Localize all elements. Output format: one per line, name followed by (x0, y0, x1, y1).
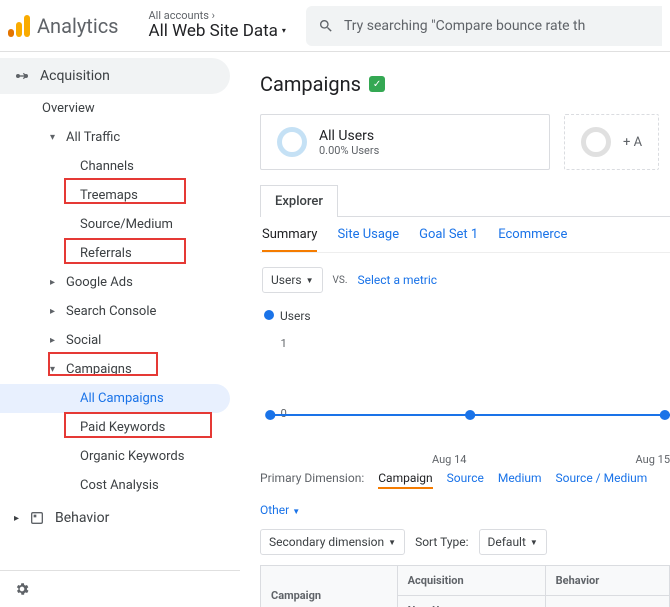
vs-label: VS. (333, 275, 348, 286)
caret-right-icon: ▸ (14, 513, 19, 524)
analytics-logo: Analytics (8, 14, 119, 38)
account-picker[interactable]: All accounts › All Web Site Data ▾ (149, 10, 286, 41)
nav-cost-analysis[interactable]: Cost Analysis (0, 471, 240, 500)
main-content: Campaigns ✓ All Users 0.00% Users + A Ex… (240, 52, 670, 607)
pd-source-medium[interactable]: Source / Medium (556, 471, 648, 489)
data-table: Campaign Acquisition Behavior New Users (260, 565, 670, 607)
nav-organic-keywords[interactable]: Organic Keywords (0, 442, 240, 471)
segment-sub: 0.00% Users (319, 144, 379, 157)
svg-text:0: 0 (281, 407, 287, 420)
table-header-row: Campaign Acquisition Behavior (261, 566, 670, 596)
chart-area: Users 1 0 . Aug 14 Aug 15 (260, 307, 670, 467)
search-box[interactable]: Try searching "Compare bounce rate th (306, 6, 662, 46)
caret-down-icon: ▼ (306, 276, 314, 285)
nav-search-console[interactable]: ▸Search Console (0, 297, 240, 326)
analytics-logo-icon (8, 15, 30, 37)
primary-dimension-row: Primary Dimension: Campaign Source Mediu… (260, 467, 670, 521)
caret-down-icon: ▾ (50, 364, 55, 375)
select-metric-link[interactable]: Select a metric (357, 273, 437, 287)
sidebar: Acquisition Overview ▾All Traffic Channe… (0, 52, 240, 607)
search-icon (318, 18, 334, 34)
caret-right-icon: ▸ (50, 277, 55, 288)
nav-paid-keywords[interactable]: Paid Keywords (0, 413, 240, 442)
caret-right-icon: ▸ (50, 335, 55, 346)
pd-medium[interactable]: Medium (498, 471, 542, 489)
app-header: Analytics All accounts › All Web Site Da… (0, 0, 670, 52)
segment-ring-icon (277, 127, 307, 157)
tab-explorer[interactable]: Explorer (260, 185, 338, 217)
nav-referrals[interactable]: Referrals (0, 239, 240, 268)
crumb-main: All Web Site Data ▾ (149, 22, 286, 41)
pd-other[interactable]: Other ▼ (260, 503, 300, 517)
segment-row: All Users 0.00% Users + A (260, 114, 670, 170)
nav-campaigns[interactable]: ▾Campaigns (0, 355, 240, 384)
metric-picker-button[interactable]: Users ▼ (262, 267, 323, 293)
nav-acquisition[interactable]: Acquisition (0, 58, 230, 94)
th-new-users[interactable]: New Users (397, 596, 545, 607)
sidebar-footer (0, 570, 240, 607)
page-title: Campaigns (260, 72, 361, 96)
th-campaign[interactable]: Campaign (261, 566, 398, 607)
caret-right-icon: ▸ (50, 306, 55, 317)
report-tabs: Explorer (260, 184, 670, 217)
caret-down-icon: ▼ (530, 538, 538, 547)
nav-overview[interactable]: Overview (0, 94, 240, 123)
users-line-chart: 1 0 (260, 325, 670, 445)
segment-all-users[interactable]: All Users 0.00% Users (260, 114, 550, 170)
secondary-dimension-button[interactable]: Secondary dimension ▼ (260, 529, 405, 555)
sort-type-label: Sort Type: (415, 535, 468, 549)
nav-source-medium[interactable]: Source/Medium (0, 210, 240, 239)
segment-ring-icon (581, 127, 611, 157)
caret-down-icon: ▾ (50, 132, 55, 143)
th-behavior: Behavior (545, 566, 669, 596)
segment-add[interactable]: + A (564, 114, 659, 170)
svg-text:1: 1 (281, 337, 287, 350)
nav-social[interactable]: ▸Social (0, 326, 240, 355)
behavior-icon (29, 510, 45, 526)
caret-down-icon: ▾ (282, 27, 286, 36)
caret-down-icon: ▼ (388, 538, 396, 547)
subtab-row: Summary Site Usage Goal Set 1 Ecommerce (260, 217, 670, 253)
nav-channels[interactable]: Channels (0, 152, 240, 181)
subtab-ecommerce[interactable]: Ecommerce (498, 227, 567, 242)
legend-dot-icon (264, 310, 274, 320)
subtab-summary[interactable]: Summary (262, 227, 317, 252)
subtab-site-usage[interactable]: Site Usage (337, 227, 399, 242)
sort-type-button[interactable]: Default ▼ (479, 529, 547, 555)
nav-behavior[interactable]: ▸ Behavior (0, 500, 230, 536)
nav-google-ads[interactable]: ▸Google Ads (0, 268, 240, 297)
nav-all-campaigns[interactable]: All Campaigns (0, 384, 230, 413)
verified-shield-icon: ✓ (369, 76, 385, 92)
x-axis-labels: . Aug 14 Aug 15 (260, 449, 670, 466)
nav-all-traffic[interactable]: ▾All Traffic (0, 123, 240, 152)
page-title-row: Campaigns ✓ (260, 72, 670, 96)
th-acquisition: Acquisition (397, 566, 545, 596)
subtab-goal-set-1[interactable]: Goal Set 1 (419, 227, 478, 242)
acquisition-icon (14, 68, 30, 84)
gear-icon[interactable] (14, 581, 30, 597)
table-controls: Secondary dimension ▼ Sort Type: Default… (260, 521, 670, 563)
chart-legend: Users (260, 307, 670, 325)
pd-label: Primary Dimension: (260, 471, 364, 489)
pd-source[interactable]: Source (447, 471, 484, 489)
nav-treemaps[interactable]: Treemaps (0, 181, 240, 210)
pd-campaign[interactable]: Campaign (378, 471, 432, 489)
metric-row: Users ▼ VS. Select a metric (260, 253, 670, 307)
product-name: Analytics (37, 14, 119, 38)
search-placeholder: Try searching "Compare bounce rate th (344, 18, 585, 34)
segment-name: All Users (319, 128, 379, 144)
